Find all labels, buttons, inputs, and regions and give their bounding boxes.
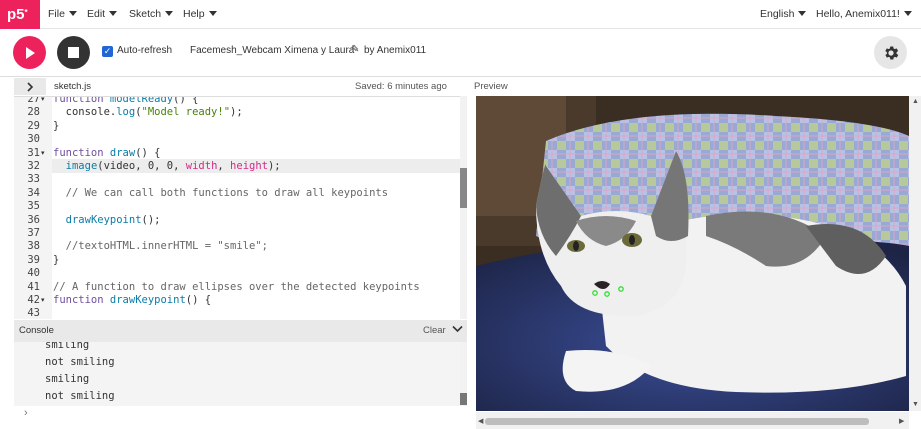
saved-status: Saved: 6 minutes ago [355,81,447,92]
line-number: 38 [27,240,40,253]
line-number: 34 [27,186,40,199]
code-line[interactable]: function modelReady() { [53,97,198,106]
auto-refresh-label: Auto-refresh [117,45,173,56]
scroll-left-arrow-icon[interactable]: ◀ [478,417,483,425]
p5-editor-app: p5* File Edit Sketch Help English Hello,… [0,0,921,429]
menu-file[interactable]: File [48,0,77,29]
console-collapse-button[interactable] [452,324,463,336]
menu-sketch[interactable]: Sketch [129,0,174,29]
preview-horizontal-scrollbar-thumb[interactable] [485,418,869,425]
menu-help[interactable]: Help [183,0,217,29]
play-icon [25,46,35,59]
console-header [14,320,467,342]
user-menu[interactable]: Hello, Anemix011! [816,0,912,29]
line-number: 28 [27,106,40,119]
code-line[interactable]: } [53,254,59,267]
user-greeting: Hello, Anemix011! [816,8,900,20]
console-prompt-icon: › [24,407,28,419]
file-tab-name[interactable]: sketch.js [54,81,91,92]
line-number: 33 [27,173,40,186]
line-number: 37 [27,227,40,239]
chevron-right-icon [27,81,34,92]
language-select[interactable]: English [760,0,807,29]
project-name[interactable]: Facemesh_Webcam Ximena y Laura [190,45,354,56]
fold-arrow-icon[interactable]: ▾ [41,294,45,307]
scroll-down-arrow-icon[interactable]: ▼ [912,401,919,408]
sketch-preview-canvas[interactable] [476,96,909,411]
line-number: 29 [27,119,40,132]
fold-arrow-icon[interactable]: ▾ [41,97,45,106]
line-number: 30 [27,133,40,146]
line-number: 41 [27,280,40,293]
line-number: 43 [27,307,40,319]
caret-down-icon [798,11,807,16]
stop-button[interactable] [57,36,90,69]
code-editor[interactable]: 27 ▾ function modelReady() {28 console.log… [14,96,467,319]
caret-down-icon [109,11,118,16]
console-scrollbar-thumb[interactable] [460,393,467,405]
logo-text: p5 [7,6,25,23]
console-output: smiling not smiling smiling not smiling [14,342,467,406]
gear-icon [884,45,898,60]
webcam-frame-image [476,96,909,411]
line-number: 31 [27,146,40,159]
code-line[interactable]: image(video, 0, 0, width, height); [53,160,281,173]
console-line: smiling [45,373,90,385]
caret-down-icon [208,11,217,16]
scroll-right-arrow-icon[interactable]: ▶ [899,417,904,425]
language-label: English [760,8,795,20]
menu-file-label: File [48,8,65,20]
console-input[interactable] [14,406,467,429]
code-line[interactable]: // A function to draw ellipses over the … [53,281,420,294]
menu-edit-label: Edit [87,8,106,20]
code-line[interactable]: console.log("Model ready!"); [53,106,243,119]
code-line[interactable]: function draw() { [53,147,161,160]
stop-icon [68,47,79,58]
code-line[interactable]: // We can call both functions to draw al… [53,187,388,200]
code-line[interactable]: function drawKeypoint() { [53,294,211,307]
menu-edit[interactable]: Edit [87,0,118,29]
scroll-up-arrow-icon[interactable]: ▲ [912,98,919,105]
line-number: 32 [27,160,40,172]
pencil-icon[interactable]: ✎ [351,44,359,55]
line-number: 40 [27,267,40,280]
console-line: smiling [45,342,90,351]
console-line: not smiling [45,356,115,368]
line-number: 36 [27,213,40,226]
fold-arrow-icon[interactable]: ▾ [41,147,45,160]
preview-vertical-scrollbar[interactable]: ▲ ▼ [909,96,921,411]
preview-label: Preview [474,81,508,92]
code-line[interactable]: } [53,120,59,133]
menu-help-label: Help [183,8,205,20]
line-number: 39 [27,253,40,266]
console-clear-button[interactable]: Clear [423,325,446,336]
logo-asterisk: * [24,8,28,17]
line-number: 35 [27,200,40,213]
play-button[interactable] [13,36,46,69]
auto-refresh-checkbox[interactable]: ✓ [102,46,113,57]
settings-button[interactable] [874,36,907,69]
p5-logo[interactable]: p5* [0,0,40,29]
caret-down-icon [68,11,77,16]
sidebar-toggle-button[interactable] [14,78,46,95]
project-owner[interactable]: by Anemix011 [364,45,426,56]
editor-scrollbar-thumb[interactable] [460,168,467,208]
code-line[interactable]: drawKeypoint(); [53,214,161,227]
console-title: Console [19,325,54,336]
code-line[interactable]: //textoHTML.innerHTML = "smile"; [53,240,268,253]
menu-sketch-label: Sketch [129,8,162,20]
chevron-down-icon [452,325,463,333]
toolbar: ✓ Auto-refresh Facemesh_Webcam Ximena y … [0,29,921,77]
line-number: 42 [27,294,40,306]
line-number: 27 [27,96,40,105]
caret-down-icon [165,11,174,16]
caret-down-icon [903,11,912,16]
console-line: not smiling [45,390,115,402]
